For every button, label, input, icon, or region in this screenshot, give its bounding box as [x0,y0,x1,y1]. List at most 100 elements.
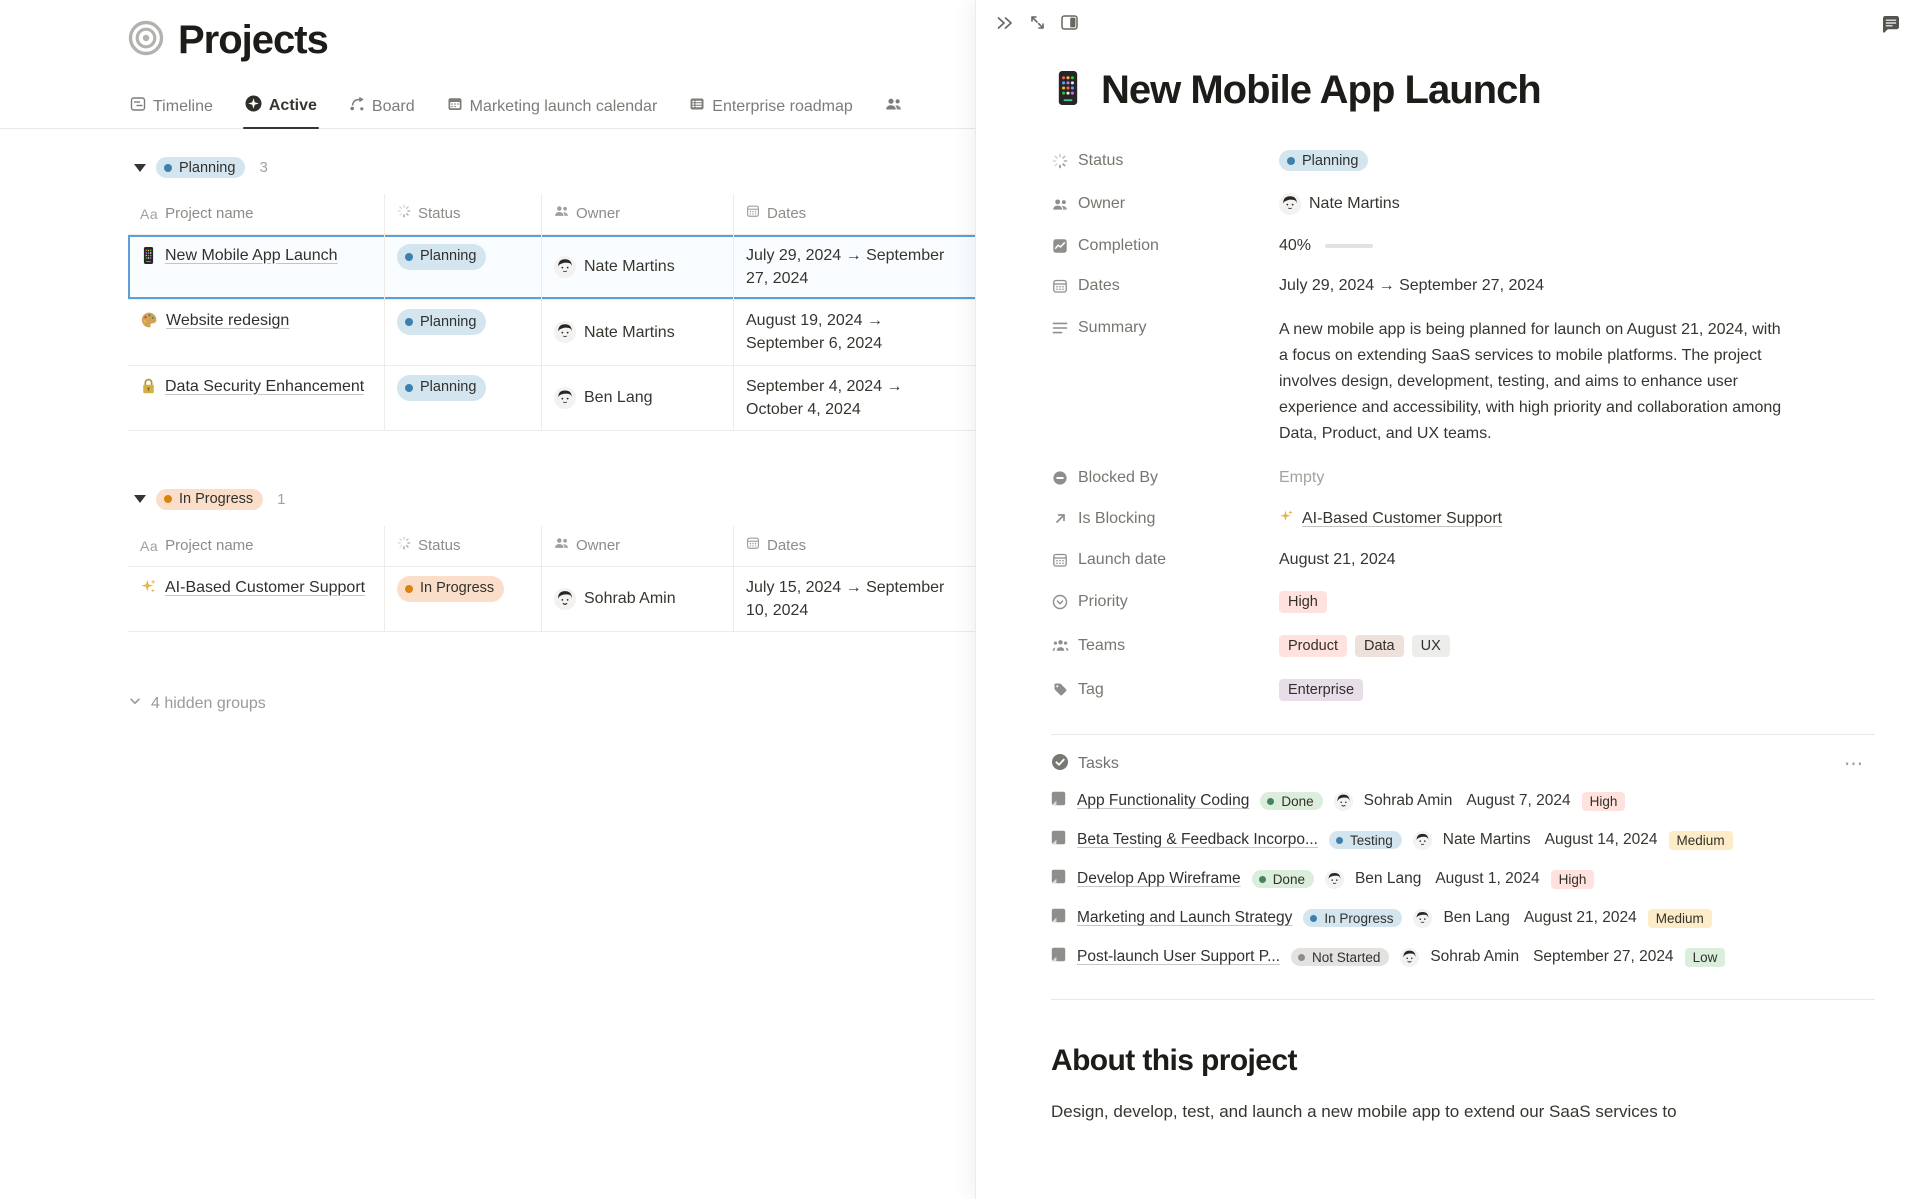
column-header-dates[interactable]: Dates [733,194,987,234]
tab-enterprise-roadmap[interactable]: Enterprise roadmap [687,90,855,128]
tab-active[interactable]: Active [243,89,319,128]
property-blocked-by[interactable]: Blocked By Empty [1051,458,1875,498]
divider [1051,999,1875,1000]
column-label: Status [418,203,461,225]
task-status-pill[interactable]: Done [1252,870,1314,888]
task-priority-pill[interactable]: Low [1685,948,1726,967]
property-owner[interactable]: Owner Nate Martins [1051,182,1875,226]
project-name-link[interactable]: New Mobile App Launch [165,244,338,267]
task-status-pill[interactable]: Not Started [1291,948,1389,966]
status-pill[interactable]: Planning [397,375,486,401]
projects-table: Aa Project name Status Owner Dates [128,526,1114,632]
team-pill[interactable]: Product [1279,635,1347,657]
task-status-pill[interactable]: In Progress [1303,909,1402,927]
property-summary[interactable]: Summary A new mobile app is being planne… [1051,306,1875,458]
column-label: Status [418,535,461,557]
tab-board[interactable]: Board [347,90,417,128]
task-name-link[interactable]: Post-launch User Support P... [1077,948,1280,966]
column-header-owner[interactable]: Owner [541,526,733,566]
task-name-link[interactable]: Marketing and Launch Strategy [1077,909,1292,927]
tag-pill[interactable]: Enterprise [1279,679,1363,701]
status-pill[interactable]: Planning [397,309,486,335]
tab-timeline[interactable]: Timeline [128,90,215,128]
task-priority-pill[interactable]: Medium [1648,909,1712,928]
column-header-project-name[interactable]: Aa Project name [128,526,384,566]
task-status-pill[interactable]: Testing [1329,831,1402,849]
project-name-link[interactable]: Data Security Enhancement [165,375,364,398]
sparkles-icon [140,578,157,602]
triangle-down-icon[interactable] [134,495,146,503]
arrow-up-right-icon [1051,511,1069,526]
comments-button[interactable] [1880,14,1902,36]
status-pill[interactable]: In Progress [397,576,504,602]
column-header-status[interactable]: Status [384,194,541,234]
property-priority[interactable]: Priority High [1051,580,1875,624]
group-status-pill[interactable]: Planning [156,157,245,178]
table-row[interactable]: AI-Based Customer Support In Progress So… [128,567,1114,632]
team-pill[interactable]: Data [1355,635,1404,657]
group-status-pill[interactable]: In Progress [156,489,263,510]
task-priority-pill[interactable]: Medium [1669,831,1733,850]
table-row[interactable]: Data Security Enhancement Planning Ben L… [128,366,1114,431]
calendar-view-icon [447,96,463,117]
task-row[interactable]: Marketing and Launch Strategy In Progres… [1051,899,1875,938]
dates-value: July 29, 2024 → September 27, 2024 [733,235,987,299]
column-header-dates[interactable]: Dates [733,526,987,566]
projects-table: Aa Project name Status Owner Dates [128,194,1114,431]
task-row[interactable]: Beta Testing & Feedback Incorpo... Testi… [1051,821,1875,860]
task-row[interactable]: Develop App Wireframe Done Ben Lang Augu… [1051,860,1875,899]
property-dates[interactable]: Dates July 29, 2024 → September 27, 2024 [1051,266,1875,306]
team-pill[interactable]: UX [1412,635,1450,657]
app-window: Projects Timeline Active Board Marketing… [0,0,1920,1199]
column-label: Owner [576,203,620,225]
property-tag[interactable]: Tag Enterprise [1051,668,1875,712]
double-chevron-right-icon[interactable] [996,15,1014,31]
status-label: Testing [1350,833,1393,848]
expand-diagonal-icon[interactable] [1029,14,1046,31]
project-name-link[interactable]: Website redesign [166,309,289,332]
task-owner: Sohrab Amin [1430,948,1519,966]
property-status[interactable]: Status Planning [1051,139,1875,182]
ellipsis-menu[interactable]: ⋯ [1844,753,1865,776]
task-row[interactable]: Post-launch User Support P... Not Starte… [1051,938,1875,977]
task-date: August 21, 2024 [1524,909,1637,927]
property-is-blocking[interactable]: Is Blocking AI-Based Customer Support [1051,498,1875,540]
table-row[interactable]: Website redesign Planning Nate Martins A… [128,300,1114,365]
status-pill[interactable]: Planning [1279,150,1368,171]
status-dot [1259,876,1266,883]
task-page-icon [1051,947,1066,967]
column-header-owner[interactable]: Owner [541,194,733,234]
triangle-down-icon[interactable] [134,164,146,172]
phone-icon [1051,68,1085,113]
dates-value: September 4, 2024 → October 4, 2024 [733,366,987,430]
property-launch-date[interactable]: Launch date August 21, 2024 [1051,540,1875,580]
calendar-icon [746,203,760,225]
tasks-title[interactable]: Tasks [1078,755,1119,773]
side-peek-icon[interactable] [1061,15,1078,30]
task-name-link[interactable]: App Functionality Coding [1077,792,1249,810]
column-header-status[interactable]: Status [384,526,541,566]
column-label: Project name [165,203,253,225]
column-header-project-name[interactable]: Aa Project name [128,194,384,234]
status-dot [405,585,413,593]
tab-marketing-launch-calendar[interactable]: Marketing launch calendar [445,90,660,128]
is-blocking-link[interactable]: AI-Based Customer Support [1302,510,1502,528]
task-priority-pill[interactable]: High [1582,792,1626,811]
status-pill[interactable]: Planning [397,244,486,270]
task-owner: Sohrab Amin [1364,792,1453,810]
task-name-link[interactable]: Develop App Wireframe [1077,870,1241,888]
task-row[interactable]: App Functionality Coding Done Sohrab Ami… [1051,782,1875,821]
task-priority-pill[interactable]: High [1551,870,1595,889]
people-icon [554,203,569,225]
property-completion[interactable]: Completion 40% [1051,226,1875,266]
property-label: Owner [1078,195,1125,213]
table-header-row: Aa Project name Status Owner Dates [128,194,1114,235]
table-row[interactable]: New Mobile App Launch Planning Nate Mart… [128,235,1114,300]
project-name-link[interactable]: AI-Based Customer Support [165,576,365,599]
avatar [554,256,576,278]
task-status-pill[interactable]: Done [1260,792,1322,810]
task-name-link[interactable]: Beta Testing & Feedback Incorpo... [1077,831,1318,849]
property-teams[interactable]: Teams Product Data UX [1051,624,1875,668]
tab-partial[interactable] [883,90,904,128]
priority-pill[interactable]: High [1279,591,1327,613]
